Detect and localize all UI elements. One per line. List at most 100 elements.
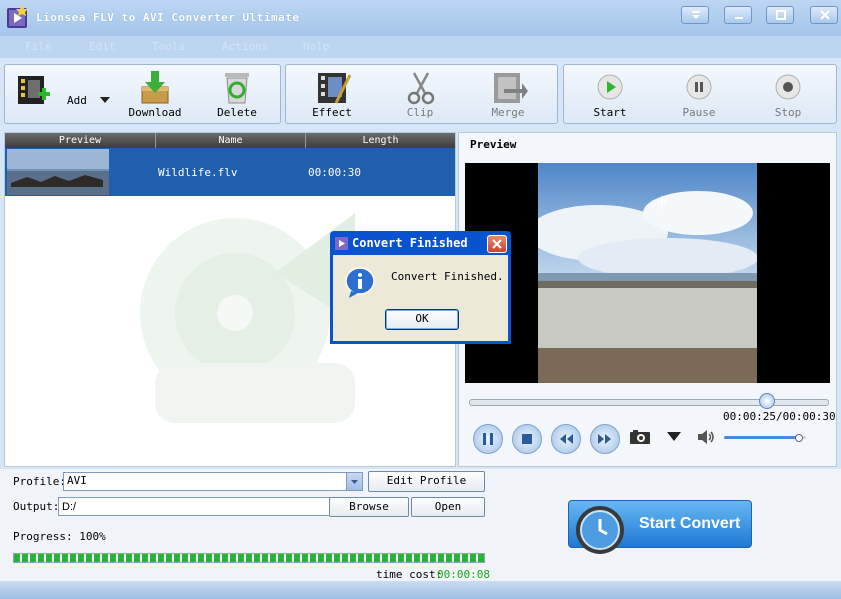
stop-icon bbox=[522, 434, 532, 444]
clip-button[interactable]: Clip bbox=[388, 67, 452, 119]
fast-forward-button[interactable] bbox=[590, 424, 620, 454]
file-length: 00:00:30 bbox=[308, 166, 361, 179]
pause-playback-button[interactable] bbox=[473, 424, 503, 454]
video-player[interactable] bbox=[465, 163, 830, 383]
minimize-button[interactable] bbox=[724, 6, 752, 24]
column-header-name[interactable]: Name bbox=[156, 133, 306, 148]
rewind-icon bbox=[560, 434, 573, 444]
merge-button[interactable]: Merge bbox=[476, 67, 540, 119]
progress-bar bbox=[13, 553, 485, 563]
fast-forward-icon bbox=[598, 434, 611, 444]
browse-button[interactable]: Browse bbox=[329, 497, 409, 517]
merge-icon bbox=[494, 73, 528, 103]
download-button[interactable]: Download bbox=[123, 67, 187, 119]
pause-label: Pause bbox=[682, 106, 716, 119]
download-icon bbox=[141, 71, 169, 104]
dropdown-icon bbox=[692, 11, 700, 19]
maximize-icon bbox=[776, 10, 786, 20]
effect-button[interactable]: Effect bbox=[300, 67, 364, 119]
add-button[interactable]: Add bbox=[11, 68, 111, 116]
column-header-length[interactable]: Length bbox=[306, 133, 455, 148]
camera-icon[interactable] bbox=[629, 429, 651, 445]
delete-label: Delete bbox=[217, 106, 257, 119]
stop-playback-button[interactable] bbox=[512, 424, 542, 454]
start-convert-button[interactable]: Start Convert bbox=[568, 500, 752, 554]
pause-button[interactable]: Pause bbox=[667, 67, 731, 119]
edit-profile-button[interactable]: Edit Profile bbox=[368, 471, 485, 492]
maximize-button[interactable] bbox=[766, 6, 794, 24]
menu-dropdown-button[interactable] bbox=[681, 6, 709, 24]
app-icon bbox=[6, 4, 30, 30]
chevron-down-icon[interactable] bbox=[100, 97, 110, 103]
menu-actions[interactable]: Actions bbox=[222, 40, 268, 53]
add-label: Add bbox=[67, 94, 87, 107]
pause-icon bbox=[483, 433, 493, 445]
close-button[interactable] bbox=[810, 6, 838, 24]
progress-fill bbox=[14, 554, 484, 562]
start-label: Start bbox=[593, 106, 627, 119]
start-button[interactable]: Start bbox=[578, 67, 642, 119]
output-path-input[interactable] bbox=[58, 497, 332, 516]
profile-dropdown-button[interactable] bbox=[346, 473, 362, 490]
chevron-down-icon bbox=[351, 480, 358, 484]
settings-panel: Profile: AVI Edit Profile Output: Browse… bbox=[0, 469, 841, 581]
time-cost-label: time cost: bbox=[376, 568, 443, 581]
pause-icon bbox=[686, 74, 712, 100]
minimize-icon bbox=[735, 17, 743, 19]
preview-panel: Preview 00:00:25/00:00:30 bbox=[458, 132, 837, 467]
table-row[interactable]: Wildlife.flv 00:00:30 bbox=[5, 148, 455, 196]
output-label: Output: bbox=[13, 500, 60, 513]
open-button[interactable]: Open bbox=[411, 497, 485, 517]
dialog-title: Convert Finished bbox=[352, 236, 468, 250]
toolbar: Add Download Delete Effect Clip Merge St… bbox=[0, 58, 841, 130]
play-icon bbox=[597, 74, 623, 100]
effect-label: Effect bbox=[312, 106, 352, 119]
volume-icon[interactable] bbox=[696, 429, 716, 445]
convert-finished-dialog[interactable]: Convert Finished Convert Finished. OK bbox=[330, 231, 511, 344]
merge-label: Merge bbox=[491, 106, 525, 119]
profile-value: AVI bbox=[67, 474, 87, 487]
close-icon bbox=[492, 239, 502, 249]
title-bar[interactable]: Lionsea FLV to AVI Converter Ultimate bbox=[0, 0, 841, 36]
status-bar bbox=[0, 581, 841, 599]
playback-time: 00:00:25/00:00:30 bbox=[723, 410, 836, 423]
menu-tools[interactable]: Tools bbox=[152, 40, 185, 53]
file-name: Wildlife.flv bbox=[158, 166, 238, 179]
toolbar-group-file: Add Download Delete bbox=[4, 64, 281, 124]
scissors-icon bbox=[407, 72, 435, 105]
volume-level bbox=[724, 436, 798, 439]
delete-button[interactable]: Delete bbox=[205, 67, 269, 119]
dialog-body: Convert Finished. OK bbox=[333, 255, 508, 341]
menu-help[interactable]: Help bbox=[303, 40, 330, 53]
chevron-down-icon[interactable] bbox=[667, 432, 681, 441]
rewind-button[interactable] bbox=[551, 424, 581, 454]
preview-title: Preview bbox=[470, 138, 517, 151]
film-effect-icon bbox=[318, 73, 352, 104]
download-label: Download bbox=[128, 106, 182, 119]
info-icon bbox=[345, 267, 375, 298]
recycle-bin-icon bbox=[225, 73, 249, 104]
volume-slider[interactable] bbox=[724, 436, 806, 439]
stop-icon bbox=[775, 74, 801, 100]
time-cost-value: 00:00:08 bbox=[437, 568, 490, 581]
volume-handle[interactable] bbox=[794, 434, 803, 442]
app-icon bbox=[335, 237, 348, 250]
profile-select[interactable]: AVI bbox=[63, 472, 363, 491]
start-convert-label: Start Convert bbox=[639, 515, 741, 532]
window-title: Lionsea FLV to AVI Converter Ultimate bbox=[36, 11, 300, 24]
seek-handle[interactable] bbox=[759, 393, 776, 409]
stop-button[interactable]: Stop bbox=[756, 67, 820, 119]
profile-label: Profile: bbox=[13, 475, 66, 488]
toolbar-group-edit: Effect Clip Merge bbox=[285, 64, 558, 124]
clip-label: Clip bbox=[406, 106, 434, 119]
progress-label: Progress: 100% bbox=[13, 530, 106, 543]
menu-file[interactable]: File bbox=[25, 40, 52, 53]
menu-edit[interactable]: Edit bbox=[89, 40, 116, 53]
ok-button[interactable]: OK bbox=[385, 309, 459, 330]
video-thumbnail bbox=[7, 149, 109, 195]
dialog-message: Convert Finished. bbox=[391, 270, 504, 283]
column-header-preview[interactable]: Preview bbox=[5, 133, 156, 148]
stop-label: Stop bbox=[774, 106, 802, 119]
close-icon bbox=[820, 10, 830, 20]
dialog-close-button[interactable] bbox=[487, 235, 507, 253]
